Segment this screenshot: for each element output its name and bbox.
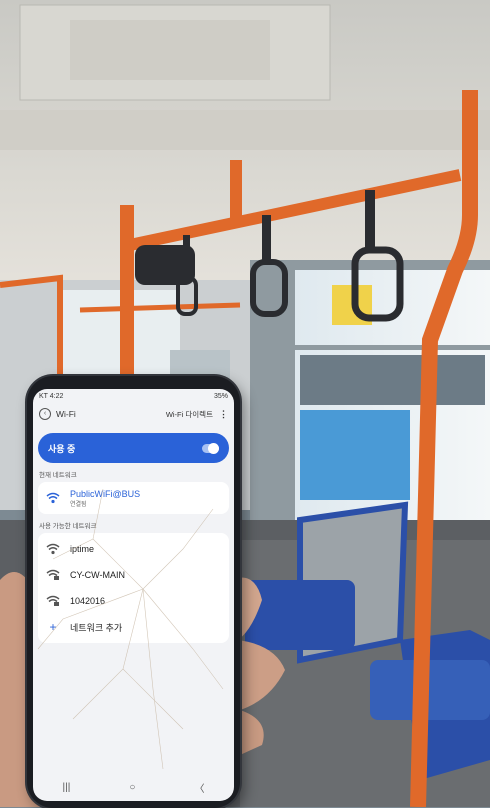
nav-bar: ||| ○ 〈 bbox=[33, 773, 234, 801]
network-row[interactable]: 1042016 bbox=[38, 588, 229, 614]
more-options-icon[interactable]: ⋮ bbox=[219, 409, 228, 420]
carrier-time: KT 4:22 bbox=[39, 392, 64, 400]
toggle-label: 사용 중 bbox=[48, 443, 76, 454]
wifi-toggle-row[interactable]: 사용 중 bbox=[38, 433, 229, 463]
wifi-signal-icon bbox=[46, 543, 60, 555]
back-arrow-icon[interactable]: ‹ bbox=[39, 408, 51, 420]
network-name: CY-CW-MAIN bbox=[70, 570, 126, 580]
network-row[interactable]: CY-CW-MAIN bbox=[38, 562, 229, 588]
network-row[interactable]: iptime bbox=[38, 536, 229, 562]
phone-screen: KT 4:22 35% ‹ Wi-Fi Wi-Fi 다이렉트 ⋮ 사용 중 현재… bbox=[33, 389, 234, 801]
available-networks-header: 사용 가능한 네트워크 bbox=[39, 523, 97, 530]
status-bar: KT 4:22 35% bbox=[33, 389, 234, 403]
back-button[interactable]: 〈 bbox=[194, 780, 204, 795]
network-name: iptime bbox=[70, 544, 95, 554]
connected-network-name: PublicWiFi@BUS bbox=[70, 488, 141, 499]
app-bar: ‹ Wi-Fi Wi-Fi 다이렉트 ⋮ bbox=[33, 403, 234, 425]
add-network-label: 네트워크 추가 bbox=[70, 622, 123, 633]
current-network-card: PublicWiFi@BUS 연결됨 bbox=[38, 482, 229, 514]
home-button[interactable]: ○ bbox=[129, 782, 135, 793]
battery-level: 35% bbox=[213, 392, 228, 400]
page-title: Wi-Fi bbox=[56, 409, 76, 419]
wifi-direct-button[interactable]: Wi-Fi 다이렉트 bbox=[166, 409, 213, 420]
current-network-header: 현재 네트워크 bbox=[39, 472, 77, 479]
network-row-connected[interactable]: PublicWiFi@BUS 연결됨 bbox=[38, 485, 229, 511]
wifi-switch[interactable] bbox=[202, 442, 219, 454]
available-networks-card: iptime CY-CW-MAIN 1042016 + 네트워크 추가 bbox=[38, 533, 229, 643]
connected-status: 연결됨 bbox=[70, 501, 87, 508]
wifi-signal-icon bbox=[46, 492, 60, 504]
recent-apps-button[interactable]: ||| bbox=[63, 782, 71, 793]
add-network-row[interactable]: + 네트워크 추가 bbox=[38, 614, 229, 640]
wifi-lock-icon bbox=[46, 595, 60, 606]
smartphone: KT 4:22 35% ‹ Wi-Fi Wi-Fi 다이렉트 ⋮ 사용 중 현재… bbox=[27, 376, 240, 808]
wifi-lock-icon bbox=[46, 569, 60, 580]
network-name: 1042016 bbox=[70, 596, 106, 606]
plus-icon: + bbox=[49, 620, 57, 634]
